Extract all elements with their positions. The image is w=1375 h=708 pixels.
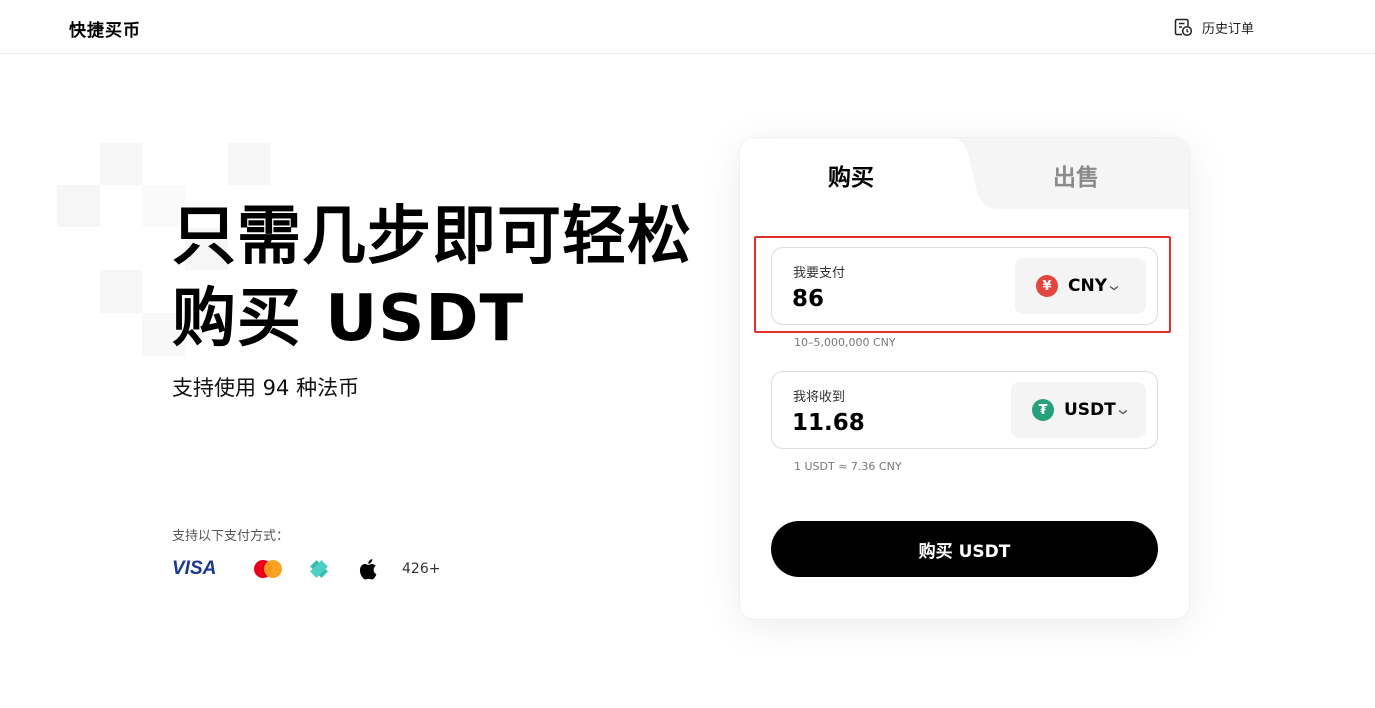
order-history-label: 历史订单 (1202, 21, 1255, 37)
receive-amount-input[interactable] (792, 408, 992, 438)
hero-subtitle: 支持使用 94 种法币 (172, 376, 360, 400)
pay-currency-code: CNY (1068, 276, 1108, 296)
receive-currency-selector[interactable]: ₮ USDT (1011, 382, 1146, 438)
pay-currency-selector[interactable]: ¥ CNY (1015, 258, 1146, 314)
hero-headline: 只需几步即可轻松 购买 USDT (172, 196, 712, 360)
pay-amount-label: 我要支付 (793, 266, 846, 281)
receive-currency-code: USDT (1064, 400, 1116, 420)
pay-amount-input[interactable] (792, 284, 992, 314)
top-navigation-bar: 快捷买币 历史订单 (0, 0, 1375, 54)
tab-sell[interactable]: 出售 (1053, 158, 1099, 192)
hero-headline-line2: 购买 USDT (172, 282, 525, 356)
hero-headline-line1: 只需几步即可轻松 (172, 200, 692, 274)
order-history-link[interactable]: 历史订单 (1174, 17, 1254, 37)
order-history-icon (1174, 17, 1193, 37)
chevron-down-icon (1109, 277, 1119, 296)
pay-range-hint: 10–5,000,000 CNY (794, 336, 896, 349)
trade-tabs-background (740, 138, 1189, 209)
apple-pay-logo (356, 556, 402, 582)
page-brand-title: 快捷买币 (69, 21, 141, 41)
buy-usdt-button[interactable]: 购买 USDT (771, 521, 1158, 577)
trade-tabs: 购买 出售 (740, 138, 1189, 209)
exchange-rate-hint: 1 USDT ≈ 7.36 CNY (794, 460, 902, 473)
pix-logo (306, 556, 356, 582)
more-payment-methods-count: 426+ (402, 561, 441, 577)
trade-card: 购买 出售 我要支付 ¥ CNY 10–5,000,000 CNY 我将收到 ₮… (740, 138, 1189, 619)
visa-logo: VISA (172, 558, 217, 579)
chevron-down-icon (1118, 401, 1128, 420)
receive-amount-label: 我将收到 (793, 390, 846, 405)
receive-amount-field[interactable]: 我将收到 ₮ USDT (771, 371, 1158, 449)
usdt-coin-icon: ₮ (1032, 399, 1054, 421)
cny-coin-icon: ¥ (1036, 275, 1058, 297)
payment-methods-label: 支持以下支付方式： (172, 529, 290, 544)
payment-methods-row: VISA 426+ (172, 556, 440, 582)
pay-amount-field[interactable]: 我要支付 ¥ CNY (771, 247, 1158, 325)
tab-buy[interactable]: 购买 (828, 158, 874, 192)
mastercard-logo (250, 556, 306, 582)
